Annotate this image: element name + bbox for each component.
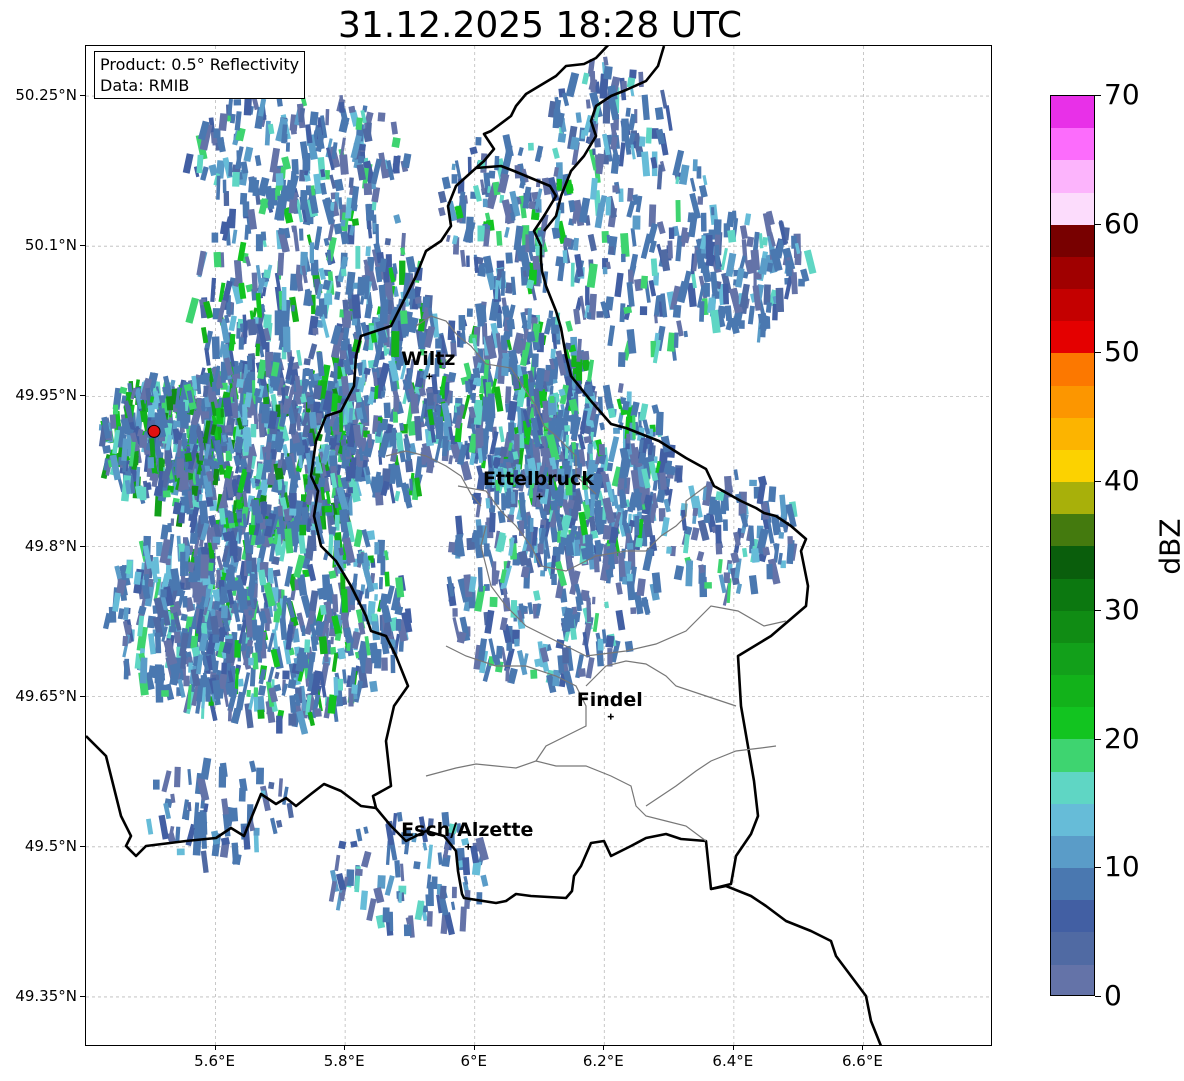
colorbar-segment <box>1051 900 1094 933</box>
colorbar-tick-label: 40 <box>1104 464 1140 498</box>
y-tick-mark <box>80 95 85 97</box>
radar-echoes <box>98 56 817 938</box>
colorbar-tick-label: 60 <box>1104 206 1140 240</box>
city-label: Ettelbruck <box>483 468 594 491</box>
x-tick-mark <box>473 1045 475 1050</box>
colorbar-tick-label: 10 <box>1104 850 1140 884</box>
x-tick-label: 5.8°E <box>323 1052 365 1070</box>
colorbar-tick-label: 0 <box>1104 979 1122 1012</box>
data-source-label: Data: RMIB <box>100 76 190 95</box>
x-tick-mark <box>603 1045 605 1050</box>
colorbar-tick-mark <box>1095 738 1101 740</box>
colorbar-segment <box>1051 578 1094 611</box>
city-label: Wiltz <box>401 348 456 371</box>
x-tick-mark <box>344 1045 346 1050</box>
colorbar-segment <box>1051 932 1094 965</box>
colorbar-segment <box>1051 385 1094 418</box>
y-tick-mark <box>80 395 85 397</box>
colorbar-segment <box>1051 739 1094 772</box>
colorbar-tick-mark <box>1095 95 1101 96</box>
colorbar-segment <box>1051 160 1094 193</box>
colorbar-segment <box>1051 417 1094 450</box>
product-info-box: Product: 0.5° Reflectivity Data: RMIB <box>94 51 306 99</box>
map-title: 31.12.2025 18:28 UTC <box>337 5 743 46</box>
colorbar-segment <box>1051 353 1094 386</box>
y-tick-label: 50.25°N <box>15 86 77 105</box>
germany-border <box>710 884 883 1045</box>
y-tick-mark <box>80 695 85 697</box>
y-tick-label: 49.65°N <box>15 686 77 705</box>
colorbar-segment <box>1051 224 1094 257</box>
radar-site-marker <box>147 424 161 438</box>
france-belgium-border <box>86 735 377 858</box>
colorbar-segment <box>1051 514 1094 547</box>
colorbar-segment <box>1051 610 1094 643</box>
radar-map[interactable] <box>85 45 992 1046</box>
y-tick-label: 49.95°N <box>15 386 77 405</box>
colorbar-segment <box>1051 128 1094 161</box>
colorbar-segment <box>1051 289 1094 322</box>
radar-site-dot <box>147 424 161 438</box>
colorbar-segment <box>1051 835 1094 869</box>
colorbar-segment <box>1051 964 1094 995</box>
colorbar-segment <box>1051 675 1094 708</box>
colorbar-tick-label: 30 <box>1104 592 1140 626</box>
x-tick-label: 6°E <box>460 1052 487 1070</box>
y-tick-label: 50.1°N <box>24 236 77 255</box>
y-tick-mark <box>80 245 85 247</box>
city-label: Findel <box>576 688 643 711</box>
colorbar-segment <box>1051 642 1094 676</box>
colorbar-label: dBZ <box>1153 518 1184 575</box>
map-canvas <box>86 46 991 1045</box>
colorbar-tick-mark <box>1095 481 1101 483</box>
colorbar-segment <box>1051 707 1094 740</box>
x-tick-label: 5.6°E <box>194 1052 235 1070</box>
colorbar-segment <box>1051 96 1094 129</box>
x-tick-mark <box>862 1045 864 1050</box>
colorbar-segment <box>1051 482 1094 515</box>
x-tick-mark <box>732 1045 734 1050</box>
x-tick-label: 6.6°E <box>842 1052 883 1070</box>
y-tick-label: 49.8°N <box>24 536 77 555</box>
colorbar-tick-mark <box>1095 996 1101 997</box>
colorbar-tick-label: 20 <box>1104 721 1140 755</box>
y-tick-label: 49.5°N <box>24 836 77 855</box>
colorbar-segment <box>1051 803 1094 836</box>
colorbar-segment <box>1051 321 1094 354</box>
colorbar-tick-label: 70 <box>1104 78 1140 111</box>
y-tick-mark <box>80 545 85 547</box>
colorbar-segment <box>1051 546 1094 579</box>
x-tick-label: 6.4°E <box>712 1052 754 1070</box>
colorbar-segment <box>1051 256 1094 290</box>
colorbar-segment <box>1051 192 1094 225</box>
colorbar-segment <box>1051 771 1094 804</box>
product-label: Product: 0.5° Reflectivity <box>100 55 300 74</box>
colorbar-tick-mark <box>1095 867 1101 869</box>
city-label: Esch/Alzette <box>401 818 534 841</box>
colorbar-tick-label: 50 <box>1104 335 1140 369</box>
x-tick-mark <box>214 1045 216 1050</box>
colorbar-tick-mark <box>1095 223 1101 225</box>
colorbar-tick-mark <box>1095 352 1101 354</box>
city-marker <box>607 713 614 720</box>
colorbar-segment <box>1051 868 1094 901</box>
y-tick-mark <box>80 845 85 847</box>
y-tick-label: 49.35°N <box>15 986 77 1005</box>
y-tick-mark <box>80 995 85 997</box>
colorbar-tick-mark <box>1095 609 1101 611</box>
colorbar <box>1050 95 1095 996</box>
x-tick-label: 6.2°E <box>582 1052 624 1070</box>
colorbar-segment <box>1051 449 1094 483</box>
